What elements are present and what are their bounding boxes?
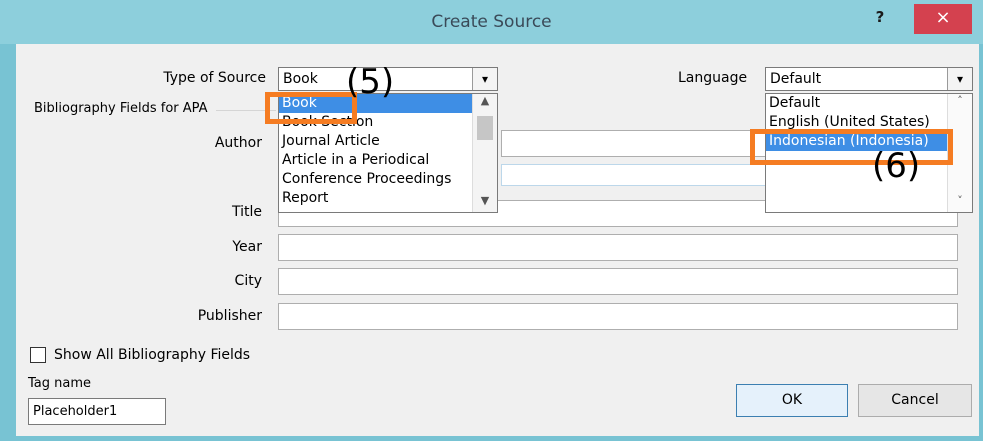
show-all-checkbox[interactable] <box>30 347 46 363</box>
publisher-label: Publisher <box>197 308 262 324</box>
scroll-up-icon[interactable]: ▲ <box>473 94 497 112</box>
callout-6: (6) <box>872 146 921 186</box>
scroll-down-icon[interactable]: ▼ <box>473 194 497 212</box>
language-label: Language <box>678 70 748 86</box>
help-button[interactable]: ? <box>865 8 895 28</box>
scroll-down-icon[interactable]: ˅ <box>948 194 972 212</box>
year-label: Year <box>232 239 262 255</box>
tag-name-label: Tag name <box>28 376 92 391</box>
highlight-box-5 <box>265 92 357 124</box>
chevron-down-icon[interactable]: ▾ <box>472 68 497 90</box>
cancel-button[interactable]: Cancel <box>858 384 972 417</box>
ok-button[interactable]: OK <box>736 384 848 417</box>
create-source-dialog: Create Source ? × Type of Source Book ▾ … <box>0 0 983 441</box>
tag-name-input[interactable]: Placeholder1 <box>28 398 166 425</box>
scroll-up-icon[interactable]: ˄ <box>948 94 972 112</box>
title-label: Title <box>231 204 262 220</box>
type-of-source-value: Book <box>283 71 318 87</box>
scroll-thumb[interactable] <box>477 116 493 140</box>
language-select[interactable]: Default ▾ <box>765 67 973 91</box>
dialog-title: Create Source <box>431 12 552 32</box>
list-item[interactable]: Conference Proceedings <box>279 170 497 189</box>
close-button[interactable]: × <box>914 4 972 34</box>
list-item[interactable]: Default <box>766 94 972 113</box>
city-label: City <box>234 273 262 289</box>
list-item[interactable]: Journal Article <box>279 132 497 151</box>
callout-5: (5) <box>346 62 395 102</box>
show-all-label: Show All Bibliography Fields <box>54 347 251 363</box>
dialog-content: Type of Source Book ▾ Bibliography Field… <box>16 44 979 436</box>
chevron-down-icon[interactable]: ▾ <box>947 68 972 90</box>
tag-name-value: Placeholder1 <box>33 404 118 419</box>
publisher-field[interactable] <box>278 303 958 330</box>
city-field[interactable] <box>278 268 958 295</box>
type-of-source-label: Type of Source <box>163 70 266 86</box>
highlight-box-6 <box>750 129 953 165</box>
year-field[interactable] <box>278 234 958 261</box>
type-of-source-scrollbar[interactable]: ▲ ▼ <box>472 94 497 212</box>
language-value: Default <box>770 71 822 87</box>
bibliography-section-label: Bibliography Fields for APA <box>34 101 208 116</box>
title-bar: Create Source ? × <box>0 0 983 44</box>
list-item[interactable]: Article in a Periodical <box>279 151 497 170</box>
author-label: Author <box>214 135 262 151</box>
list-item[interactable]: Report <box>279 189 497 208</box>
